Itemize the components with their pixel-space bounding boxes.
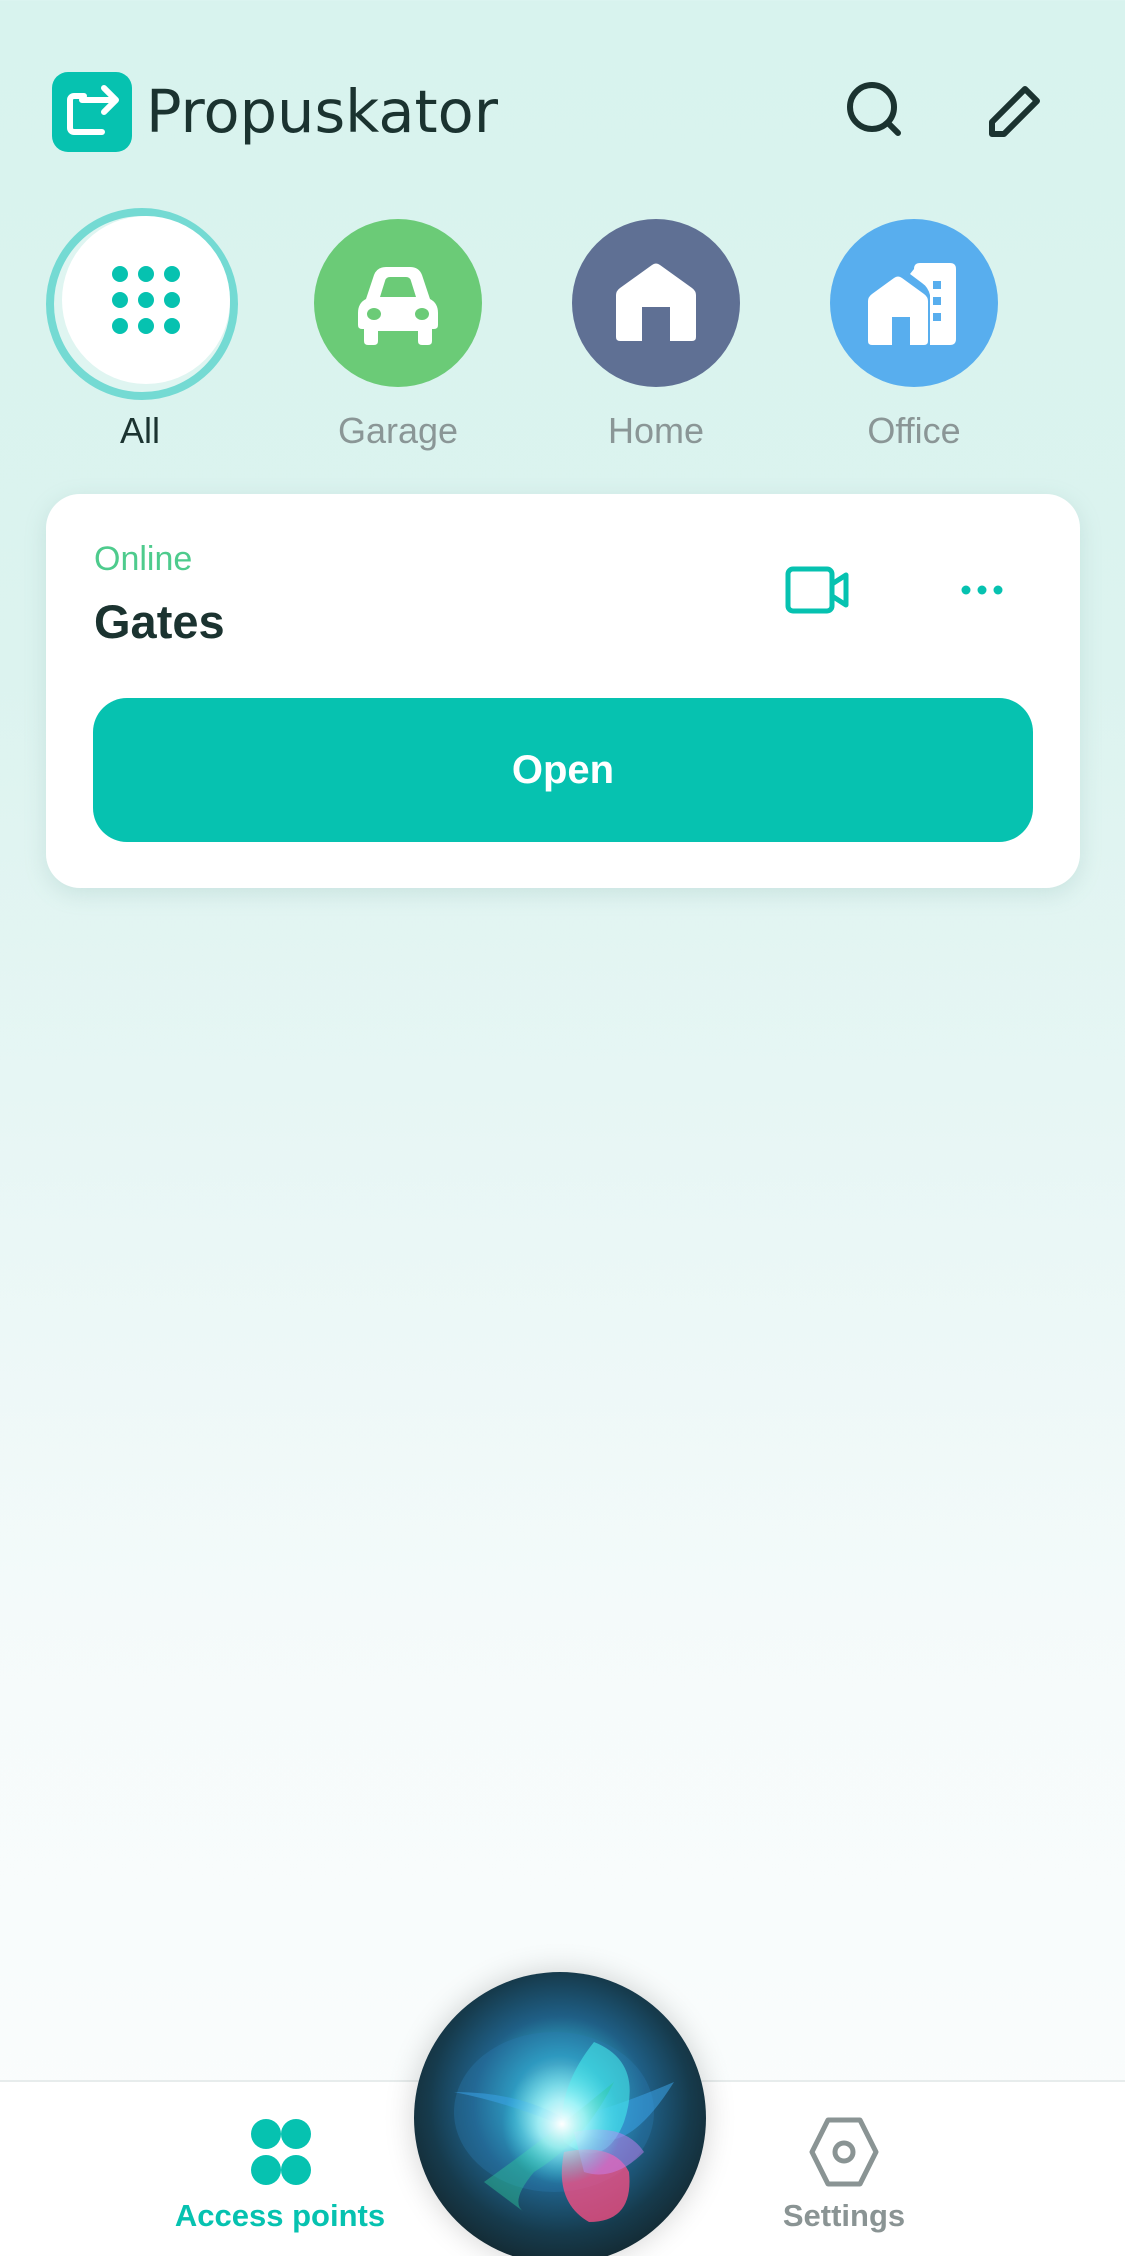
category-home-circle xyxy=(572,219,740,387)
pencil-icon xyxy=(989,86,1040,137)
status-badge: Online xyxy=(94,540,193,578)
video-button[interactable] xyxy=(780,560,860,620)
category-all[interactable]: All xyxy=(40,208,240,460)
siri-orb-icon[interactable] xyxy=(414,1972,706,2256)
exit-arrow-icon xyxy=(67,85,119,135)
category-label: Home xyxy=(607,410,705,451)
access-point-card: Online Gates Open xyxy=(46,494,1080,888)
four-dots-icon xyxy=(251,2119,311,2185)
more-options-button[interactable] xyxy=(942,560,1022,620)
tab-access-points[interactable]: Access points xyxy=(150,2112,410,2233)
app-header: Propuskator xyxy=(0,0,1125,200)
siri-orb-graphic xyxy=(454,2032,674,2222)
search-button[interactable] xyxy=(836,70,916,150)
tab-label: Settings xyxy=(782,2198,906,2233)
category-home[interactable]: Home xyxy=(556,210,756,460)
access-point-name: Gates xyxy=(94,595,225,648)
category-label: All xyxy=(119,410,160,451)
car-icon xyxy=(358,267,438,345)
office-building-icon xyxy=(868,263,956,345)
category-garage-circle xyxy=(314,219,482,387)
app-title: Propuskator xyxy=(146,77,498,146)
hexagon-gear-icon xyxy=(809,2117,879,2187)
category-garage[interactable]: Garage xyxy=(298,210,498,460)
search-icon xyxy=(847,82,901,136)
edit-button[interactable] xyxy=(976,70,1056,150)
tab-label: Access points xyxy=(174,2198,386,2233)
grid-dots-icon xyxy=(112,266,180,334)
app-logo xyxy=(52,72,132,152)
video-camera-icon xyxy=(785,566,849,614)
category-office-circle xyxy=(830,219,998,387)
category-label: Garage xyxy=(337,410,459,451)
category-label: Office xyxy=(867,410,961,451)
tab-settings[interactable]: Settings xyxy=(714,2112,974,2233)
open-button[interactable]: Open xyxy=(93,698,1033,842)
house-icon xyxy=(616,263,696,341)
category-office[interactable]: Office xyxy=(814,210,1014,460)
category-all-circle xyxy=(62,216,230,384)
more-dots-icon xyxy=(961,585,1003,595)
